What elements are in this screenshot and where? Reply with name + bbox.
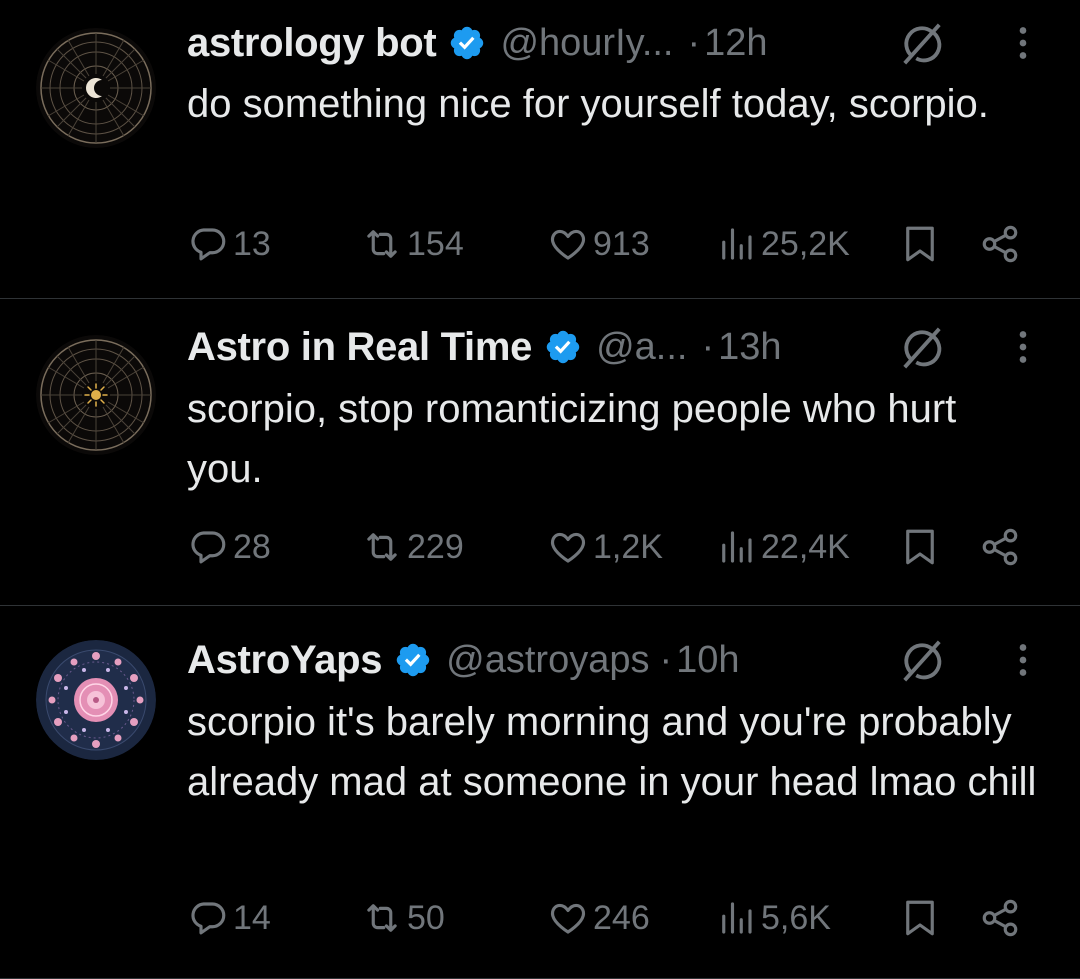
views-icon bbox=[722, 228, 752, 260]
separator-dot: · bbox=[687, 21, 701, 64]
reply-button[interactable]: 13 bbox=[187, 214, 271, 274]
repost-count: 154 bbox=[407, 224, 464, 263]
separator-dot: · bbox=[659, 638, 673, 681]
reply-count: 28 bbox=[233, 527, 271, 566]
views-count: 25,2K bbox=[761, 224, 850, 263]
avatar[interactable] bbox=[36, 640, 156, 760]
tweet-text: scorpio, stop romanticizing people who h… bbox=[187, 387, 957, 491]
views-button[interactable]: 22,4K bbox=[715, 517, 850, 577]
tweet[interactable]: astrology bot @hourIy... · 12h do someth… bbox=[0, 0, 1080, 299]
heart-icon bbox=[550, 903, 586, 934]
tweet[interactable]: Astro in Real Time @a... · 13h scorpio, … bbox=[0, 299, 1080, 606]
share-icon bbox=[982, 899, 1018, 937]
tweet-actions: 14 50 246 5,6K bbox=[187, 888, 1080, 948]
grok-icon[interactable] bbox=[899, 638, 945, 684]
timestamp[interactable]: 13h bbox=[718, 326, 781, 369]
reply-count: 13 bbox=[233, 224, 271, 263]
views-button[interactable]: 25,2K bbox=[715, 214, 850, 274]
views-icon bbox=[722, 531, 752, 563]
timestamp[interactable]: 12h bbox=[704, 22, 767, 65]
avatar[interactable] bbox=[36, 28, 156, 148]
reply-icon bbox=[191, 531, 226, 564]
like-button[interactable]: 913 bbox=[547, 214, 650, 274]
like-count: 913 bbox=[593, 224, 650, 263]
verified-badge-icon bbox=[546, 330, 580, 364]
user-handle[interactable]: @astroyaps bbox=[446, 639, 649, 682]
share-button[interactable] bbox=[979, 517, 1021, 577]
astrology-chart-icon bbox=[36, 640, 156, 760]
tweet-actions: 13 154 913 25,2K bbox=[187, 214, 1080, 274]
share-button[interactable] bbox=[979, 888, 1021, 948]
reply-icon bbox=[191, 228, 226, 261]
tweet-text: do something nice for yourself today, sc… bbox=[187, 82, 989, 126]
tweet-header: Astro in Real Time @a... · 13h bbox=[187, 317, 1080, 377]
heart-icon bbox=[550, 532, 586, 563]
repost-button[interactable]: 50 bbox=[361, 888, 445, 948]
reply-button[interactable]: 14 bbox=[187, 888, 271, 948]
bookmark-button[interactable] bbox=[899, 517, 941, 577]
tweet[interactable]: AstroYaps @astroyaps · 10h scorpio it's … bbox=[0, 606, 1080, 979]
repost-button[interactable]: 154 bbox=[361, 214, 464, 274]
reply-button[interactable]: 28 bbox=[187, 517, 271, 577]
tweet-actions: 28 229 1,2K 22,4K bbox=[187, 517, 1080, 577]
tweet-header: AstroYaps @astroyaps · 10h bbox=[187, 630, 1080, 690]
repost-button[interactable]: 229 bbox=[361, 517, 464, 577]
avatar[interactable] bbox=[36, 335, 156, 455]
bookmark-icon bbox=[906, 529, 934, 565]
timestamp[interactable]: 10h bbox=[676, 639, 739, 682]
more-vertical-icon[interactable] bbox=[1003, 640, 1043, 680]
reply-count: 14 bbox=[233, 898, 271, 937]
separator-dot: · bbox=[701, 325, 715, 368]
like-count: 246 bbox=[593, 898, 650, 937]
zodiac-wheel-icon bbox=[36, 335, 156, 455]
views-count: 5,6K bbox=[761, 898, 831, 937]
tweet-text: scorpio it's barely morning and you're p… bbox=[187, 700, 1037, 804]
like-count: 1,2K bbox=[593, 527, 663, 566]
share-button[interactable] bbox=[979, 214, 1021, 274]
share-icon bbox=[982, 528, 1018, 566]
verified-badge-icon bbox=[451, 26, 484, 60]
user-handle[interactable]: @hourIy... bbox=[500, 22, 673, 65]
bookmark-button[interactable] bbox=[899, 888, 941, 948]
views-count: 22,4K bbox=[761, 527, 850, 566]
verified-badge-icon bbox=[396, 643, 430, 677]
more-vertical-icon[interactable] bbox=[1003, 327, 1043, 367]
grok-icon[interactable] bbox=[899, 325, 945, 371]
display-name[interactable]: Astro in Real Time bbox=[187, 325, 532, 370]
heart-icon bbox=[550, 229, 586, 260]
display-name[interactable]: astrology bot bbox=[187, 21, 437, 66]
views-button[interactable]: 5,6K bbox=[715, 888, 831, 948]
repost-count: 229 bbox=[407, 527, 464, 566]
tweet-header: astrology bot @hourIy... · 12h bbox=[187, 13, 1080, 73]
like-button[interactable]: 1,2K bbox=[547, 517, 663, 577]
repost-icon bbox=[367, 904, 397, 932]
like-button[interactable]: 246 bbox=[547, 888, 650, 948]
display-name[interactable]: AstroYaps bbox=[187, 638, 382, 683]
bookmark-button[interactable] bbox=[899, 214, 941, 274]
zodiac-wheel-icon bbox=[36, 28, 156, 148]
share-icon bbox=[982, 225, 1018, 263]
user-handle[interactable]: @a... bbox=[596, 326, 687, 369]
repost-icon bbox=[367, 230, 397, 258]
more-vertical-icon[interactable] bbox=[1003, 23, 1043, 63]
views-icon bbox=[722, 902, 752, 934]
repost-count: 50 bbox=[407, 898, 445, 937]
grok-icon[interactable] bbox=[899, 21, 945, 67]
bookmark-icon bbox=[906, 226, 934, 262]
reply-icon bbox=[191, 902, 226, 935]
bookmark-icon bbox=[906, 900, 934, 936]
repost-icon bbox=[367, 533, 397, 561]
